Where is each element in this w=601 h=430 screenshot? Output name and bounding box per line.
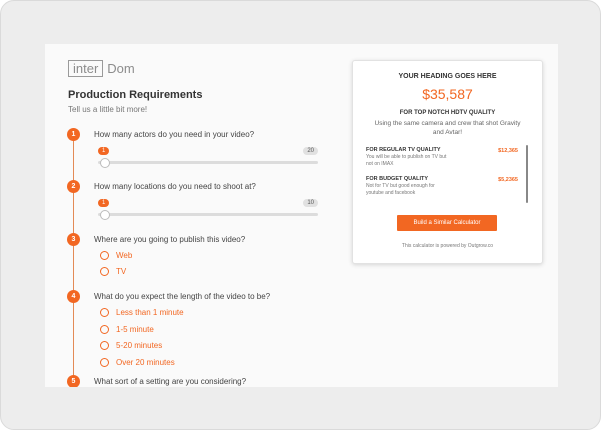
- question-number: 4: [67, 290, 80, 303]
- result-item: FOR REGULAR TV QUALITY You will be able …: [366, 147, 524, 168]
- device-frame: inter Dom Production Requirements Tell u…: [0, 0, 601, 430]
- result-description: Using the same camera and crew that shot…: [374, 120, 521, 136]
- question-text: What do you expect the length of the vid…: [94, 292, 271, 301]
- option-label: Over 20 minutes: [116, 358, 175, 367]
- slider-track[interactable]: [98, 161, 318, 164]
- result-item-value: $12,365: [498, 148, 518, 154]
- option-label: TV: [116, 267, 127, 276]
- option-web[interactable]: Web: [100, 251, 132, 260]
- result-amount: $35,587: [422, 86, 473, 102]
- option-1-5-minute[interactable]: 1-5 minute: [100, 325, 154, 334]
- page-title: Production Requirements: [68, 89, 203, 101]
- result-subheading: FOR TOP NOTCH HDTV QUALITY: [399, 110, 496, 116]
- result-card: YOUR HEADING GOES HERE $35,587 FOR TOP N…: [352, 60, 543, 264]
- option-label: Web: [116, 251, 133, 260]
- radio-icon[interactable]: [100, 358, 109, 367]
- result-item-description: Not for TV but good enough for youtube a…: [366, 183, 435, 196]
- option-label: 5-20 minutes: [116, 341, 163, 350]
- results-scrollbar[interactable]: [526, 145, 528, 203]
- interdom-logo: inter Dom: [68, 59, 135, 77]
- radio-icon[interactable]: [100, 325, 109, 334]
- question-number: 5: [67, 375, 80, 387]
- option-5-20-minutes[interactable]: 5-20 minutes: [100, 341, 162, 350]
- option-tv[interactable]: TV: [100, 267, 126, 276]
- question-text: Where are you going to publish this vide…: [94, 235, 246, 244]
- result-item-value: $5,2365: [498, 177, 518, 183]
- progress-line: [73, 136, 74, 387]
- question-text: How many locations do you need to shoot …: [94, 182, 256, 191]
- option-label: Less than 1 minute: [116, 308, 184, 317]
- result-heading: YOUR HEADING GOES HERE: [398, 73, 497, 80]
- question-number: 1: [67, 128, 80, 141]
- question-text: What sort of a setting are you consideri…: [94, 377, 247, 386]
- logo-box: inter: [68, 59, 104, 77]
- question-number: 3: [67, 233, 80, 246]
- option-label: 1-5 minute: [116, 325, 154, 334]
- slider-track[interactable]: [98, 213, 318, 216]
- logo-text: Dom: [107, 60, 135, 76]
- option-less-than-1-minute[interactable]: Less than 1 minute: [100, 308, 184, 317]
- radio-icon[interactable]: [100, 267, 109, 276]
- build-calculator-button[interactable]: Build a Similar Calculator: [397, 215, 497, 231]
- radio-icon[interactable]: [100, 251, 109, 260]
- radio-icon[interactable]: [100, 308, 109, 317]
- slider-min-value: 1: [98, 147, 110, 155]
- question-text: How many actors do you need in your vide…: [94, 130, 255, 139]
- slider-max-value: 10: [303, 199, 318, 207]
- slider-handle[interactable]: [100, 210, 110, 220]
- calculator-page: inter Dom Production Requirements Tell u…: [45, 44, 558, 387]
- question-number: 2: [67, 180, 80, 193]
- actors-slider[interactable]: 1 20: [81, 147, 318, 173]
- radio-icon[interactable]: [100, 341, 109, 350]
- result-item-description: You will be able to publish on TV but no…: [366, 154, 447, 167]
- powered-by-text: This calculator is powered by Outgrow.co: [401, 243, 494, 249]
- slider-min-value: 1: [98, 199, 110, 207]
- result-item: FOR BUDGET QUALITY Not for TV but good e…: [366, 176, 524, 197]
- slider-max-value: 20: [303, 147, 318, 155]
- locations-slider[interactable]: 1 10: [81, 199, 318, 225]
- page-subtitle: Tell us a little bit more!: [68, 105, 148, 114]
- slider-handle[interactable]: [100, 158, 110, 168]
- option-over-20-minutes[interactable]: Over 20 minutes: [100, 358, 175, 367]
